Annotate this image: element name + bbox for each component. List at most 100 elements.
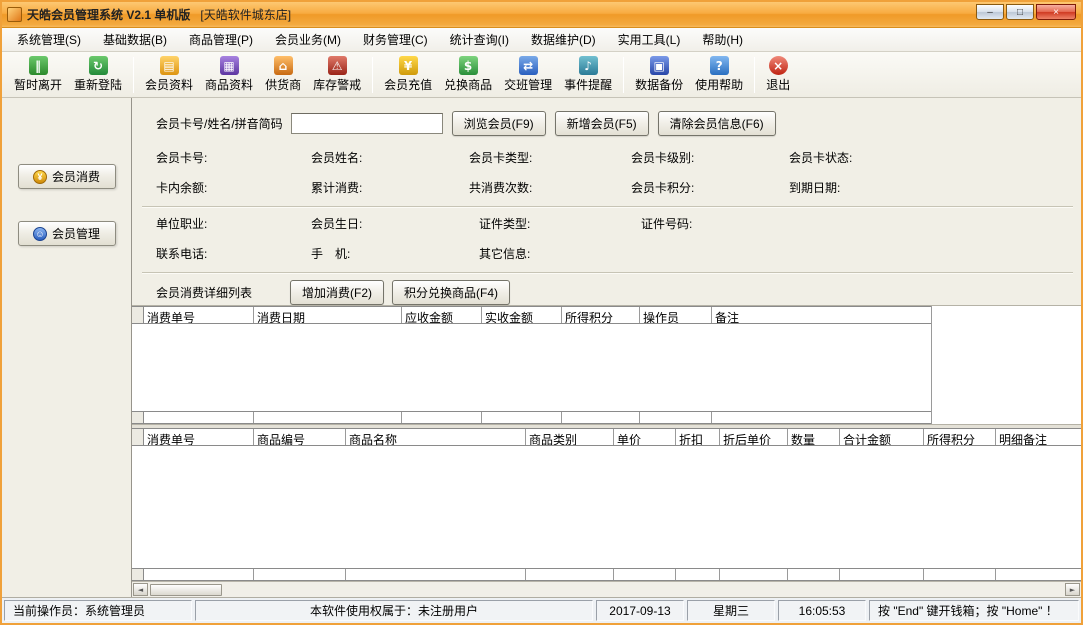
clear-member-info-button[interactable]: 清除会员信息(F6): [658, 111, 776, 136]
detail-section-header: 会员消费详细列表 增加消费(F2) 积分兑换商品(F4): [132, 274, 1081, 305]
minimize-button[interactable]: –: [976, 4, 1004, 20]
grid-cell: [562, 412, 640, 423]
maximize-button[interactable]: □: [1006, 4, 1034, 20]
scroll-left-button[interactable]: ◄: [133, 583, 148, 596]
menu-stats-query[interactable]: 统计查询(I): [439, 28, 520, 51]
menubar: 系统管理(S) 基础数据(B) 商品管理(P) 会员业务(M) 财务管理(C) …: [2, 28, 1081, 52]
detail-table-body[interactable]: [132, 446, 1081, 568]
toolbar-pause-leave[interactable]: ‖ 暂时离开: [9, 54, 67, 95]
grid-cell: [346, 569, 526, 580]
grid-cell: [996, 569, 1081, 580]
member-info-grid-bottom: 单位职业: 会员生日: 证件类型: 证件号码: 联系电话: 手 机: 其它信息:: [132, 208, 1081, 272]
relogin-icon: ↻: [89, 56, 108, 75]
menu-help[interactable]: 帮助(H): [691, 28, 754, 51]
member-profile-icon: ▤: [160, 56, 179, 75]
sidebar-member-consume-button[interactable]: ¥ 会员消费: [18, 164, 116, 189]
grid-cell: [144, 412, 254, 423]
exchange-goods-icon: $: [459, 56, 478, 75]
toolbar-exchange-goods[interactable]: $ 兑换商品: [439, 54, 497, 95]
grid-cell: [712, 412, 931, 423]
toolbar-label: 供货商: [265, 76, 301, 93]
member-search-input[interactable]: [291, 113, 443, 134]
menu-product[interactable]: 商品管理(P): [178, 28, 264, 51]
grid-cell: [840, 569, 924, 580]
menu-finance[interactable]: 财务管理(C): [352, 28, 439, 51]
grid-cell: [640, 412, 712, 423]
supplier-icon: ⌂: [274, 56, 293, 75]
column-header: 商品编号: [254, 429, 346, 445]
column-header: 应收金额: [402, 307, 482, 323]
row-selector-column: [132, 569, 144, 580]
grid-cell: [254, 412, 402, 423]
toolbar-label: 会员充值: [384, 76, 432, 93]
menu-tools[interactable]: 实用工具(L): [607, 28, 692, 51]
label-phone: 联系电话:: [156, 245, 311, 262]
product-profile-icon: ▦: [220, 56, 239, 75]
toolbar-shift-manage[interactable]: ⇄ 交班管理: [499, 54, 557, 95]
menu-base-data[interactable]: 基础数据(B): [92, 28, 178, 51]
scroll-right-button[interactable]: ►: [1065, 583, 1080, 596]
label-card-type: 会员卡类型:: [469, 149, 631, 166]
left-panel: ¥ 会员消费 ☺ 会员管理: [2, 98, 132, 597]
toolbar-separator: [754, 57, 755, 93]
toolbar-label: 兑换商品: [444, 76, 492, 93]
toolbar-member-profile[interactable]: ▤ 会员资料: [140, 54, 198, 95]
toolbar-help[interactable]: ? 使用帮助: [690, 54, 748, 95]
toolbar: ‖ 暂时离开 ↻ 重新登陆 ▤ 会员资料 ▦ 商品资料 ⌂ 供货商 ⚠ 库存警戒…: [2, 52, 1081, 98]
toolbar-data-backup[interactable]: ▣ 数据备份: [630, 54, 688, 95]
grid-cell: [788, 569, 840, 580]
consumption-table-footer: [132, 411, 931, 424]
scroll-thumb[interactable]: [150, 584, 222, 596]
search-row: 会员卡号/姓名/拼音简码 浏览会员(F9) 新增会员(F5) 清除会员信息(F6…: [132, 98, 1081, 145]
toolbar-stock-alert[interactable]: ⚠ 库存警戒: [308, 54, 366, 95]
toolbar-supplier[interactable]: ⌂ 供货商: [260, 54, 306, 95]
toolbar-exit[interactable]: × 退出: [761, 54, 795, 95]
toolbar-label: 数据备份: [635, 76, 683, 93]
add-member-button[interactable]: 新增会员(F5): [555, 111, 649, 136]
consumption-table-body[interactable]: [132, 324, 931, 411]
toolbar-label: 使用帮助: [695, 76, 743, 93]
column-header: 商品类别: [526, 429, 614, 445]
browse-member-button[interactable]: 浏览会员(F9): [452, 111, 546, 136]
sidebar-member-manage-button[interactable]: ☺ 会员管理: [18, 221, 116, 246]
add-consume-button[interactable]: 增加消费(F2): [290, 280, 384, 305]
column-header: 合计金额: [840, 429, 924, 445]
data-backup-icon: ▣: [650, 56, 669, 75]
member-info-grid-top: 会员卡号: 会员姓名: 会员卡类型: 会员卡级别: 会员卡状态: 卡内余额: 累…: [132, 145, 1081, 206]
label-consume-count: 共消费次数:: [469, 179, 631, 196]
points-exchange-button[interactable]: 积分兑换商品(F4): [392, 280, 510, 305]
label-empty: [641, 245, 1081, 262]
label-mobile: 手 机:: [311, 245, 479, 262]
toolbar-label: 暂时离开: [14, 76, 62, 93]
close-button[interactable]: ×: [1036, 4, 1076, 20]
label-member-name: 会员姓名:: [311, 149, 469, 166]
consumption-table-header: 消费单号消费日期应收金额实收金额所得积分操作员备注: [132, 306, 931, 324]
window-store-name: [天皓软件城东店]: [200, 6, 291, 23]
grid-cell: [614, 569, 676, 580]
label-card-balance: 卡内余额:: [156, 179, 311, 196]
column-header: 折后单价: [720, 429, 788, 445]
status-date: 2017-09-13: [596, 600, 684, 621]
label-card-status: 会员卡状态:: [789, 149, 1081, 166]
label-expire-date: 到期日期:: [789, 179, 1081, 196]
tables-area: 消费单号消费日期应收金额实收金额所得积分操作员备注 消费单号商品编号商品名称商品…: [132, 305, 1081, 581]
status-weekday: 星期三: [687, 600, 775, 621]
toolbar-event-reminder[interactable]: ♪ 事件提醒: [559, 54, 617, 95]
titlebar: 天皓会员管理系统 V2.1 单机版 [天皓软件城东店] – □ ×: [2, 2, 1081, 28]
toolbar-product-profile[interactable]: ▦ 商品资料: [200, 54, 258, 95]
shift-manage-icon: ⇄: [519, 56, 538, 75]
toolbar-label: 退出: [766, 76, 790, 93]
row-selector-column: [132, 307, 144, 323]
menu-member-business[interactable]: 会员业务(M): [264, 28, 352, 51]
stock-alert-icon: ⚠: [328, 56, 347, 75]
toolbar-member-recharge[interactable]: ¥ 会员充值: [379, 54, 437, 95]
toolbar-label: 事件提醒: [564, 76, 612, 93]
detail-list-title: 会员消费详细列表: [156, 284, 252, 301]
row-selector-column: [132, 412, 144, 423]
menu-system[interactable]: 系统管理(S): [6, 28, 92, 51]
toolbar-relogin[interactable]: ↻ 重新登陆: [69, 54, 127, 95]
menu-data-maintain[interactable]: 数据维护(D): [520, 28, 607, 51]
row-selector-column: [132, 429, 144, 445]
column-header: 消费日期: [254, 307, 402, 323]
column-header: 消费单号: [144, 307, 254, 323]
